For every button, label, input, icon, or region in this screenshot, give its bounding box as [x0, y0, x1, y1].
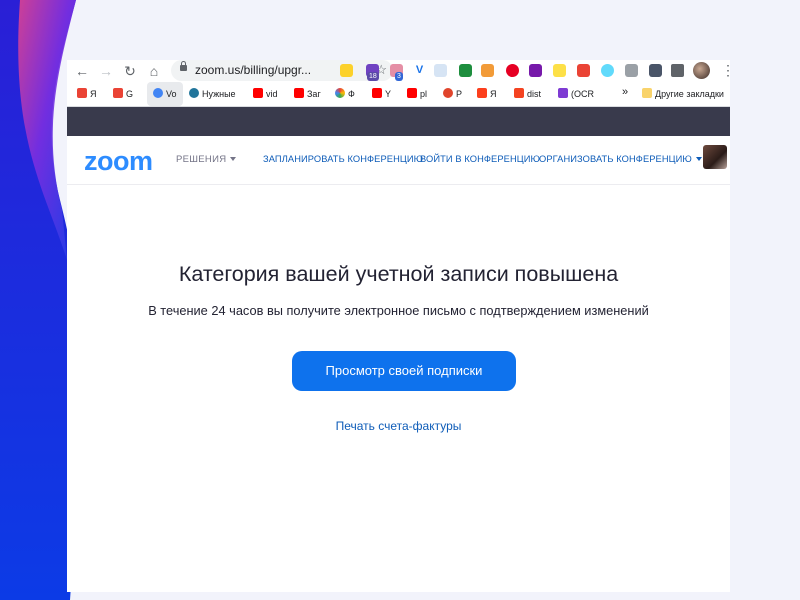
- extensions-puzzle-icon[interactable]: [671, 64, 684, 77]
- google-photos-icon: [335, 88, 345, 98]
- bookmark-item[interactable]: Я: [77, 88, 97, 100]
- host-meeting-menu[interactable]: ОРГАНИЗОВАТЬ КОНФЕРЕНЦИЮ: [539, 154, 702, 164]
- solutions-menu[interactable]: РЕШЕНИЯ: [176, 154, 237, 165]
- browser-window: ← → ↻ ⌂ zoom.us/billing/upgr... ☆ 18 3 V…: [67, 60, 730, 592]
- youtube-icon: [407, 88, 417, 98]
- lock-icon: [180, 61, 187, 71]
- print-invoice-link[interactable]: Печать счета-фактуры: [67, 419, 730, 433]
- forward-icon[interactable]: →: [97, 62, 115, 80]
- url-input[interactable]: zoom.us/billing/upgr... ☆: [171, 60, 393, 81]
- extension-cube-icon[interactable]: [649, 64, 662, 77]
- extension-lemon-icon[interactable]: [553, 64, 566, 77]
- onenote-icon[interactable]: [529, 64, 542, 77]
- home-icon[interactable]: ⌂: [145, 62, 163, 80]
- gmail-m-icon: [113, 88, 123, 98]
- view-subscription-button[interactable]: Просмотр своей подписки: [292, 351, 516, 391]
- gmail-icon: [77, 88, 87, 98]
- extension-tool-icon[interactable]: [625, 64, 638, 77]
- extension-screen-icon[interactable]: [434, 64, 447, 77]
- yandex-icon: [477, 88, 487, 98]
- site-header: zoom РЕШЕНИЯ ЗАПЛАНИРОВАТЬ КОНФЕРЕНЦИЮ В…: [67, 136, 730, 185]
- bookmark-item[interactable]: Ф: [335, 88, 355, 100]
- chevron-down-icon: [230, 157, 237, 161]
- user-avatar[interactable]: [703, 145, 727, 169]
- extension-v-icon[interactable]: V: [413, 64, 426, 77]
- profile-avatar[interactable]: [693, 62, 710, 79]
- pinterest-icon[interactable]: [506, 64, 519, 77]
- extension-wp-icon[interactable]: [481, 64, 494, 77]
- bookmark-item[interactable]: Y: [372, 88, 391, 100]
- bookmark-item[interactable]: pl: [407, 88, 427, 100]
- reload-icon[interactable]: ↻: [121, 62, 139, 80]
- youtube-icon: [253, 88, 263, 98]
- chevron-down-icon: [695, 157, 702, 161]
- back-icon[interactable]: ←: [73, 62, 91, 80]
- top-banner: [67, 107, 730, 136]
- wordpress-icon: [189, 88, 199, 98]
- address-bar-row: ← → ↻ ⌂ zoom.us/billing/upgr... ☆ 18 3 V…: [67, 60, 730, 82]
- menu-kebab-icon[interactable]: ⋮: [721, 61, 730, 79]
- extension-badge-icon: 18: [367, 72, 379, 81]
- bookmark-item[interactable]: dist: [514, 88, 541, 100]
- jpg-icon: [558, 88, 568, 98]
- youtube-icon: [372, 88, 382, 98]
- other-bookmarks-folder[interactable]: Другие закладки: [642, 88, 724, 100]
- extension-badge-icon: 3: [395, 72, 403, 81]
- bookmark-item[interactable]: Я: [477, 88, 497, 100]
- confirmation-message: В течение 24 часов вы получите электронн…: [148, 303, 649, 318]
- tomato-icon: [443, 88, 453, 98]
- bookmark-item[interactable]: P: [443, 88, 462, 100]
- joomla-icon: [514, 88, 524, 98]
- join-meeting-link[interactable]: ВОЙТИ В КОНФЕРЕНЦИЮ: [420, 154, 540, 164]
- zoom-logo[interactable]: zoom: [84, 146, 153, 177]
- bookmark-item[interactable]: G: [113, 88, 133, 100]
- bookmark-item[interactable]: Vo: [153, 88, 177, 100]
- react-devtools-icon[interactable]: [601, 64, 614, 77]
- microphone-icon: [153, 88, 163, 98]
- extension-red-icon[interactable]: [577, 64, 590, 77]
- url-text: zoom.us/billing/upgr...: [195, 63, 312, 77]
- bookmark-item[interactable]: Заг: [294, 88, 321, 100]
- extension-arrow-icon[interactable]: [459, 64, 472, 77]
- bookmark-item[interactable]: (OCR: [558, 88, 594, 100]
- youtube-icon: [294, 88, 304, 98]
- schedule-meeting-link[interactable]: ЗАПЛАНИРОВАТЬ КОНФЕРЕНЦИЮ: [263, 154, 423, 164]
- bookmarks-overflow-button[interactable]: »: [622, 86, 628, 98]
- bookmark-item[interactable]: Нужные: [189, 88, 236, 100]
- bookmarks-bar: Я G Vo Нужные vid Заг Ф Y pl P Я dist (O…: [67, 82, 730, 107]
- folder-icon: [642, 88, 652, 98]
- page-title: Категория вашей учетной записи повышена: [178, 262, 619, 286]
- extension-z-icon[interactable]: [340, 64, 353, 77]
- bookmark-item[interactable]: vid: [253, 88, 278, 100]
